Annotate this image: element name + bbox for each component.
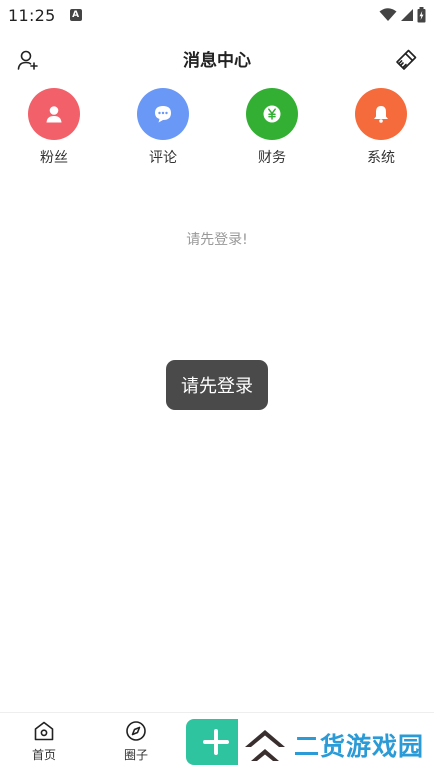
tab-label: 首页 bbox=[31, 748, 56, 762]
clear-broom-icon bbox=[396, 49, 417, 70]
comment-icon-circle bbox=[137, 88, 189, 140]
tab-home[interactable]: 首页 bbox=[14, 719, 74, 763]
tab-circle[interactable]: 圈子 bbox=[106, 719, 166, 763]
category-comment[interactable]: 评论 bbox=[123, 88, 203, 167]
category-system[interactable]: 系统 bbox=[341, 88, 421, 167]
watermark-logo-icon bbox=[245, 729, 285, 761]
category-finance[interactable]: 财务 bbox=[232, 88, 312, 167]
status-bar: 11:25 A bbox=[0, 0, 434, 30]
comment-icon bbox=[155, 106, 171, 123]
tab-label: 圈子 bbox=[123, 748, 148, 762]
toast-message: 请先登录 bbox=[166, 360, 268, 410]
category-fans[interactable]: 粉丝 bbox=[14, 88, 94, 167]
wifi-icon bbox=[379, 8, 397, 21]
plus-icon bbox=[203, 729, 229, 755]
status-time: 11:25 bbox=[8, 5, 56, 25]
page-title: 消息中心 bbox=[183, 51, 251, 71]
finance-icon bbox=[263, 105, 281, 123]
category-label: 粉丝 bbox=[40, 150, 68, 166]
publish-button[interactable] bbox=[186, 719, 246, 765]
bell-icon-circle bbox=[355, 88, 407, 140]
category-label: 系统 bbox=[367, 150, 395, 166]
category-label: 评论 bbox=[149, 150, 177, 166]
fans-icon bbox=[46, 106, 62, 123]
finance-icon-circle bbox=[246, 88, 298, 140]
watermark-text: 二货游戏园 bbox=[294, 731, 425, 761]
battery-icon bbox=[417, 7, 426, 23]
status-icons bbox=[379, 7, 426, 23]
compass-icon bbox=[126, 721, 146, 741]
category-label: 财务 bbox=[258, 150, 286, 166]
home-icon bbox=[34, 721, 54, 741]
bell-icon bbox=[374, 106, 388, 123]
clear-messages-button[interactable] bbox=[394, 48, 418, 72]
signal-icon bbox=[401, 9, 413, 21]
message-categories: 粉丝 评论 财务 系统 bbox=[0, 88, 434, 172]
header: 消息中心 bbox=[0, 40, 434, 76]
empty-state-message: 请先登录! bbox=[186, 232, 248, 248]
notification-icon: A bbox=[69, 9, 82, 21]
fans-icon-circle bbox=[28, 88, 80, 140]
watermark: 二货游戏园 bbox=[238, 718, 434, 771]
